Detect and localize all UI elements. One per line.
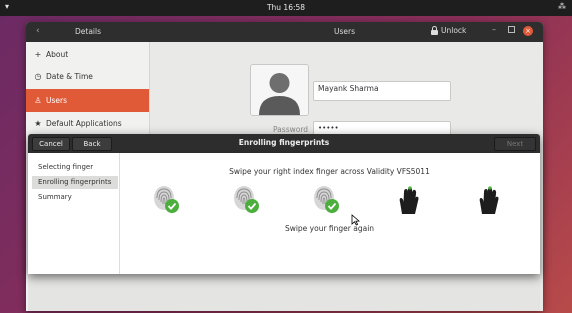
next-button[interactable]: Next xyxy=(494,137,536,151)
lock-icon xyxy=(431,25,438,35)
sidebar-item-label: About xyxy=(46,50,69,59)
maximize-icon[interactable] xyxy=(508,26,515,33)
status-text: Swipe your finger again xyxy=(284,224,375,233)
network-icon[interactable]: ⁂ xyxy=(558,2,566,11)
fingerprint-done-icon xyxy=(312,184,342,218)
star-icon: ★ xyxy=(34,119,42,128)
back-icon[interactable]: ‹ xyxy=(36,26,40,36)
sidebar-item-default-applications[interactable]: ★ Default Applications xyxy=(26,113,149,134)
step-enrolling-fingerprints[interactable]: Enrolling fingerprints xyxy=(32,176,118,189)
clock[interactable]: Thu 16:58 xyxy=(0,3,572,12)
dialog-header-bar: Cancel Back Enrolling fingerprints Next xyxy=(28,134,540,153)
settings-header-bar: ‹ Details Users Unlock – × xyxy=(26,22,543,42)
panel-title: Details xyxy=(75,27,102,36)
enroll-fingerprints-dialog: Cancel Back Enrolling fingerprints Next … xyxy=(28,134,540,274)
close-icon[interactable]: × xyxy=(523,26,533,36)
user-avatar[interactable] xyxy=(250,64,309,116)
unlock-button[interactable]: Unlock xyxy=(431,25,467,35)
fingerprint-done-icon xyxy=(152,184,182,218)
password-label: Password xyxy=(273,125,309,134)
unlock-label: Unlock xyxy=(441,26,467,35)
page-title: Users xyxy=(334,27,356,36)
minimize-icon[interactable]: – xyxy=(492,25,496,34)
step-summary[interactable]: Summary xyxy=(32,191,118,204)
sidebar-item-label: Date & Time xyxy=(46,72,93,81)
user-name-field[interactable]: Mayank Sharma xyxy=(313,81,451,101)
clock-icon: ◷ xyxy=(34,72,42,81)
settings-content-lower xyxy=(28,274,540,311)
swipe-hand-icon xyxy=(474,184,504,218)
dialog-title: Enrolling fingerprints xyxy=(238,138,330,147)
sidebar-item-about[interactable]: + About xyxy=(26,44,149,65)
top-bar: ▾ Thu 16:58 ⁂ xyxy=(0,0,572,16)
sidebar-item-label: Default Applications xyxy=(46,119,122,128)
user-icon: ♙ xyxy=(34,96,42,105)
fingerprint-done-icon xyxy=(232,184,262,218)
sidebar-item-users[interactable]: ♙ Users xyxy=(26,89,149,112)
sidebar-item-label: Users xyxy=(46,96,68,105)
sidebar-item-date-time[interactable]: ◷ Date & Time xyxy=(26,66,149,87)
instruction-text: Swipe your right index finger across Val… xyxy=(229,167,430,176)
swipe-hand-icon xyxy=(394,184,424,218)
steps-list: Selecting finger Enrolling fingerprints … xyxy=(28,153,120,274)
step-selecting-finger[interactable]: Selecting finger xyxy=(32,161,118,174)
plus-icon: + xyxy=(34,50,42,59)
